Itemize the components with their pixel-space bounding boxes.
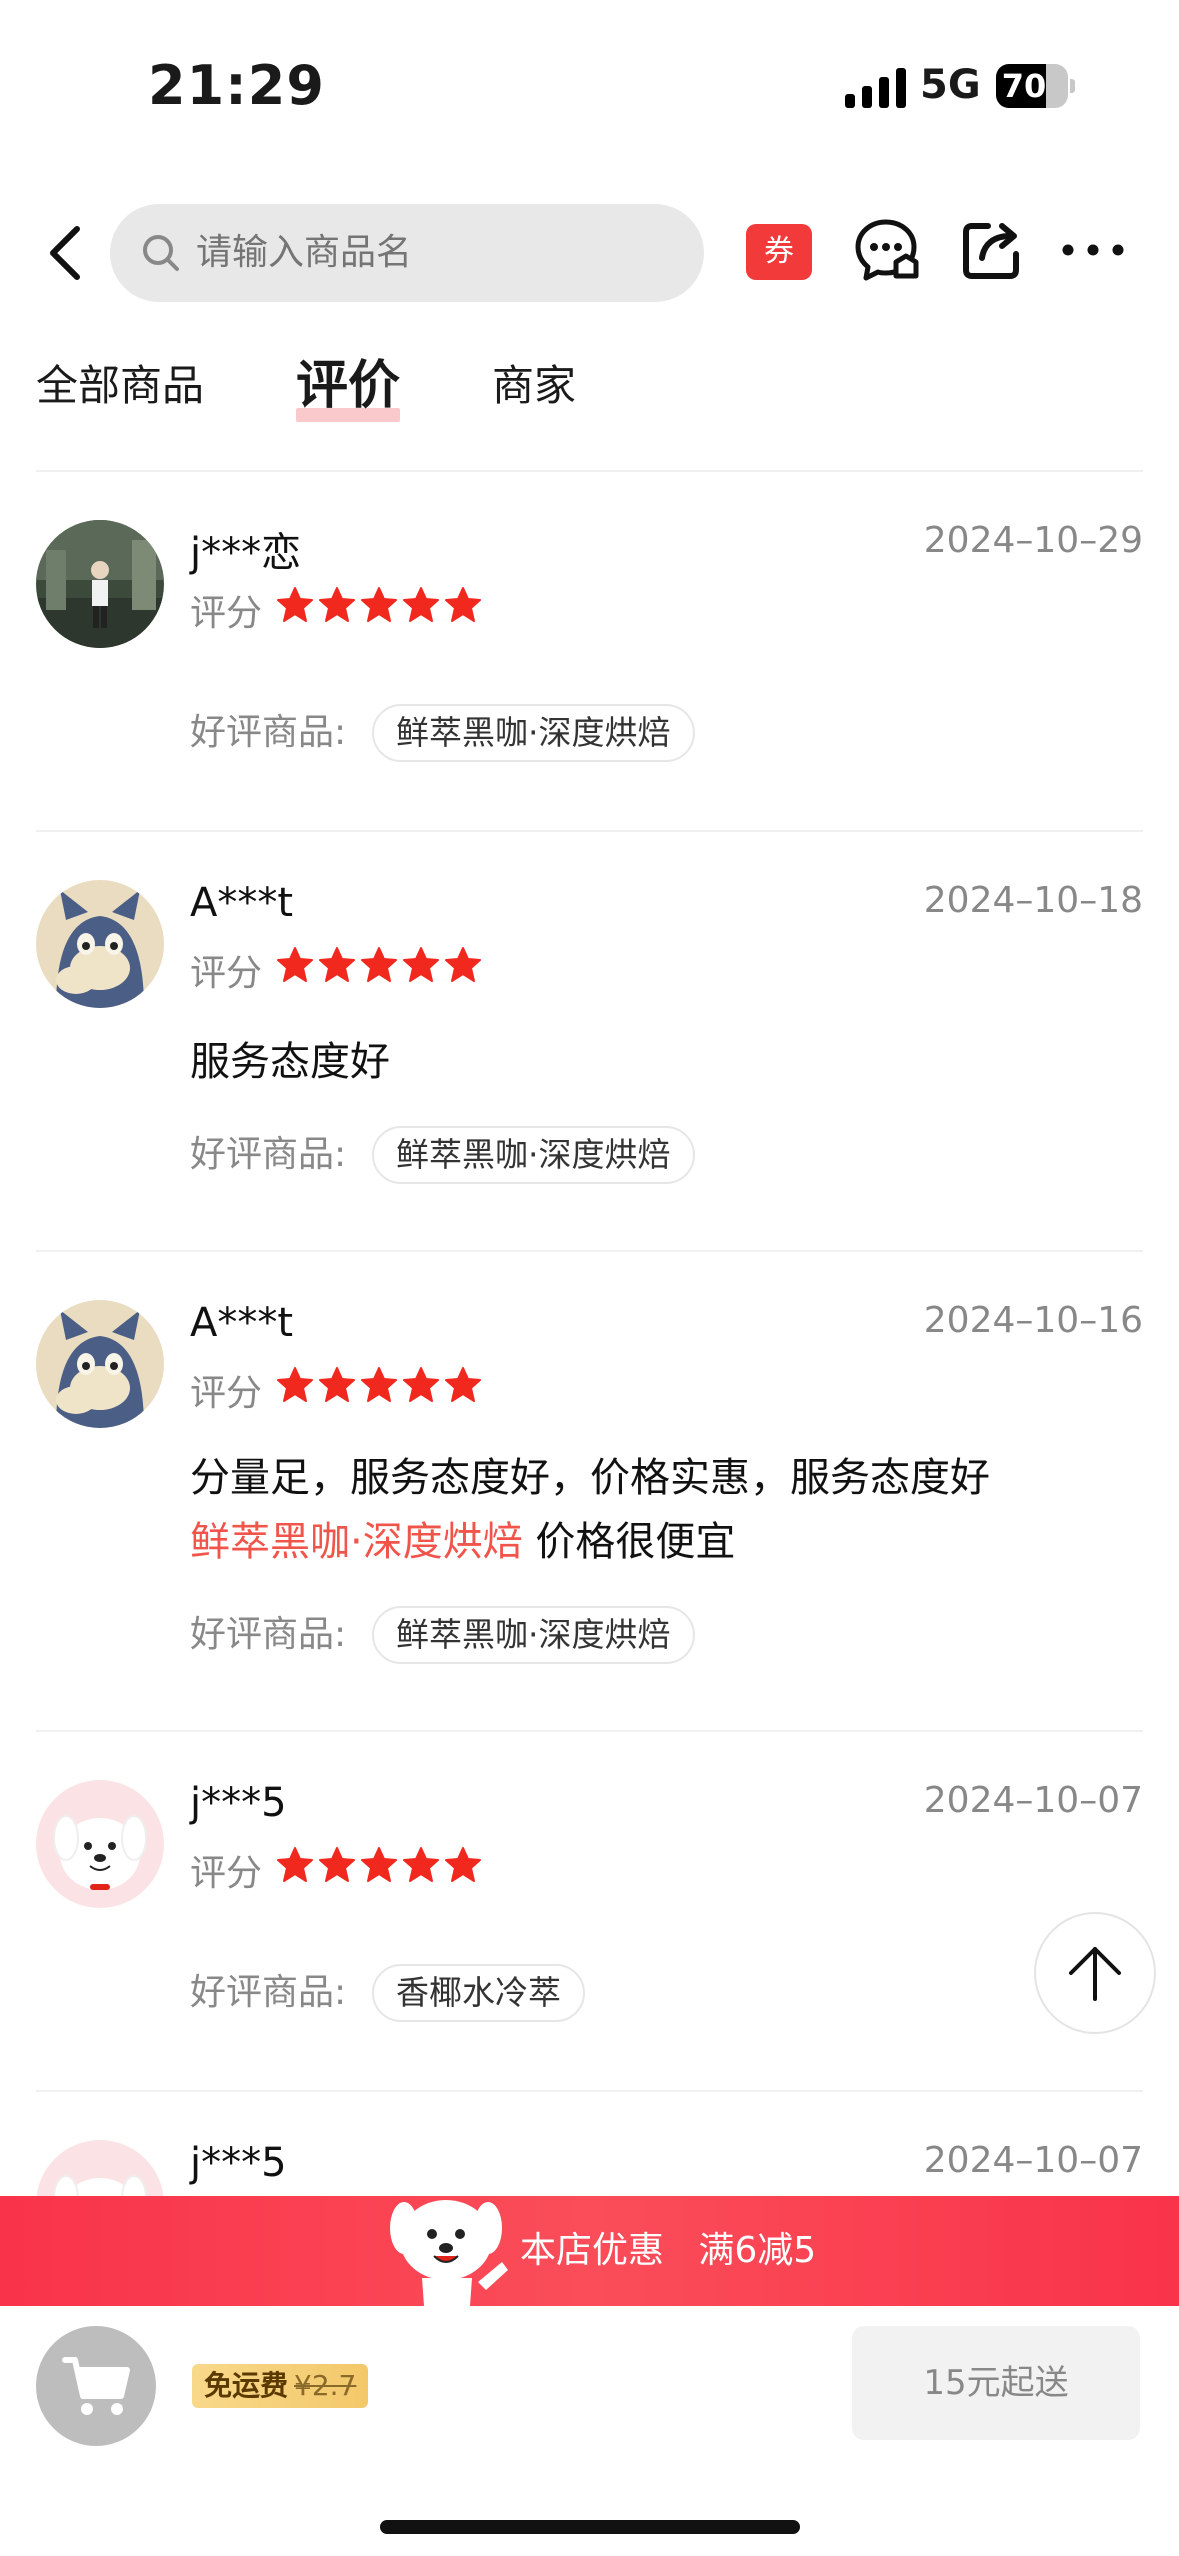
star-icon bbox=[445, 947, 481, 982]
goods-label: 好评商品: bbox=[190, 712, 347, 753]
star-icon bbox=[277, 1367, 313, 1402]
avatar[interactable] bbox=[36, 2140, 164, 2196]
min-order-button[interactable]: 15元起送 bbox=[852, 2326, 1140, 2440]
star-icon bbox=[445, 587, 481, 622]
star-icon bbox=[319, 1367, 355, 1402]
back-button[interactable] bbox=[30, 218, 100, 288]
reviewer-name: j***5 bbox=[190, 1780, 287, 1826]
goods-label: 好评商品: bbox=[190, 1614, 347, 1655]
star-rating bbox=[276, 586, 482, 624]
tab-bar: 全部商品 评价 商家 bbox=[0, 350, 1179, 440]
bottom-bar: 免运费 ¥2.7 15元起送 bbox=[0, 2306, 1179, 2556]
old-shipping-fee: ¥2.7 bbox=[294, 2369, 357, 2402]
promo-banner[interactable]: 本店优惠 满6减5 bbox=[0, 2196, 1179, 2306]
status-time: 21:29 bbox=[148, 54, 325, 117]
star-rating bbox=[276, 946, 482, 984]
reviewer-name: j***恋 bbox=[190, 530, 302, 576]
network-label: 5G bbox=[920, 62, 981, 108]
more-icon[interactable] bbox=[1058, 216, 1128, 284]
search-input[interactable] bbox=[196, 204, 676, 302]
star-icon bbox=[277, 1847, 313, 1882]
avatar[interactable] bbox=[36, 880, 164, 1008]
divider bbox=[36, 1250, 1143, 1252]
star-icon bbox=[361, 1847, 397, 1882]
star-icon bbox=[277, 587, 313, 622]
review-item: j***5 2024–10–07 bbox=[0, 2140, 1179, 2196]
star-icon bbox=[319, 947, 355, 982]
battery-icon: 70 bbox=[996, 64, 1075, 108]
tab-all-products[interactable]: 全部商品 bbox=[36, 350, 204, 440]
review-text-highlight[interactable]: 鲜萃黑咖·深度烘焙 bbox=[190, 1519, 523, 1565]
promo-offer: 满6减5 bbox=[698, 2230, 817, 2271]
home-indicator bbox=[380, 2520, 800, 2534]
search-bar[interactable] bbox=[110, 204, 704, 302]
tab-reviews[interactable]: 评价 bbox=[296, 350, 400, 440]
reviewer-name: j***5 bbox=[190, 2140, 287, 2186]
divider bbox=[36, 2090, 1143, 2092]
customer-service-icon[interactable] bbox=[852, 216, 920, 284]
divider bbox=[36, 470, 1143, 472]
star-icon bbox=[319, 587, 355, 622]
star-icon bbox=[277, 947, 313, 982]
tab-merchant[interactable]: 商家 bbox=[492, 350, 576, 440]
reviewer-name: A***t bbox=[190, 1300, 294, 1346]
promo-label: 本店优惠 bbox=[520, 2230, 665, 2271]
score-label: 评分 bbox=[190, 953, 263, 994]
review-text: 分量足，服务态度好，价格实惠，服务态度好 鲜萃黑咖·深度烘焙 价格很便宜 bbox=[190, 1446, 1090, 1574]
review-date: 2024–10–07 bbox=[923, 1780, 1143, 1821]
free-shipping-badge: 免运费 ¥2.7 bbox=[192, 2364, 369, 2408]
score-label: 评分 bbox=[190, 1853, 263, 1894]
star-icon bbox=[403, 1847, 439, 1882]
chevron-left-icon bbox=[50, 226, 80, 280]
battery-level: 70 bbox=[1001, 67, 1047, 105]
scroll-to-top-button[interactable] bbox=[1034, 1912, 1156, 2034]
star-icon bbox=[403, 1367, 439, 1402]
star-icon bbox=[445, 1367, 481, 1402]
review-text-tail: 价格很便宜 bbox=[522, 1519, 736, 1565]
score-label: 评分 bbox=[190, 593, 263, 634]
score-label: 评分 bbox=[190, 1373, 263, 1414]
review-text: 服务态度好 bbox=[190, 1039, 390, 1085]
goods-tag[interactable]: 鲜萃黑咖·深度烘焙 bbox=[372, 704, 695, 762]
review-date: 2024–10–29 bbox=[923, 520, 1143, 561]
coupon-icon[interactable]: 券 bbox=[746, 224, 812, 280]
goods-label: 好评商品: bbox=[190, 1134, 347, 1175]
star-rating bbox=[276, 1846, 482, 1884]
review-text-main: 分量足，服务态度好，价格实惠，服务态度好 bbox=[190, 1455, 990, 1501]
share-icon[interactable] bbox=[958, 216, 1026, 284]
goods-tag[interactable]: 鲜萃黑咖·深度烘焙 bbox=[372, 1126, 695, 1184]
star-icon bbox=[319, 1847, 355, 1882]
review-date: 2024–10–18 bbox=[923, 880, 1143, 921]
arrow-up-icon bbox=[1069, 1947, 1121, 2001]
review-date: 2024–10–07 bbox=[923, 2140, 1143, 2181]
avatar[interactable] bbox=[36, 1780, 164, 1908]
top-nav: 券 bbox=[0, 200, 1179, 310]
star-icon bbox=[361, 1367, 397, 1402]
mascot-icon bbox=[390, 2200, 508, 2306]
goods-tag[interactable]: 鲜萃黑咖·深度烘焙 bbox=[372, 1606, 695, 1664]
divider bbox=[36, 1730, 1143, 1732]
cart-button[interactable] bbox=[36, 2326, 156, 2446]
cart-icon bbox=[62, 2357, 130, 2415]
star-icon bbox=[361, 947, 397, 982]
goods-label: 好评商品: bbox=[190, 1972, 347, 2013]
reviewer-name: A***t bbox=[190, 880, 294, 926]
star-icon bbox=[403, 947, 439, 982]
goods-tag[interactable]: 香椰水冷萃 bbox=[372, 1964, 585, 2022]
star-icon bbox=[361, 587, 397, 622]
star-icon bbox=[445, 1847, 481, 1882]
promo-text: 本店优惠 满6减5 bbox=[520, 2196, 816, 2306]
avatar[interactable] bbox=[36, 1300, 164, 1428]
signal-icon bbox=[845, 68, 906, 108]
free-shipping-label: 免运费 bbox=[204, 2369, 289, 2402]
divider bbox=[36, 830, 1143, 832]
search-icon bbox=[143, 235, 179, 271]
review-date: 2024–10–16 bbox=[923, 1300, 1143, 1341]
star-icon bbox=[403, 587, 439, 622]
avatar[interactable] bbox=[36, 520, 164, 648]
star-rating bbox=[276, 1366, 482, 1404]
status-bar: 21:29 5G 70 bbox=[0, 0, 1179, 150]
